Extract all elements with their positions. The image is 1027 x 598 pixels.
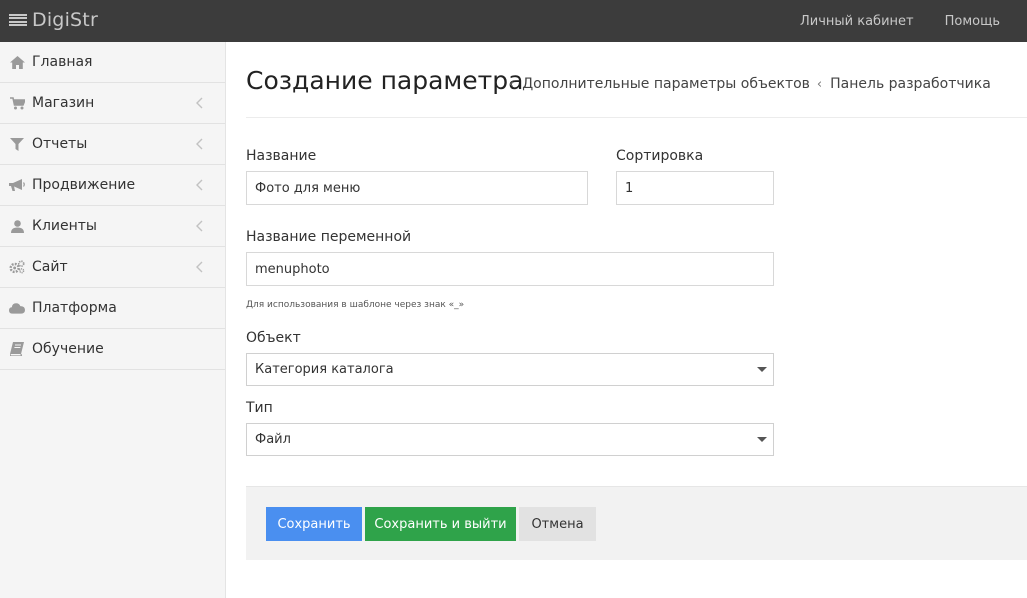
user-icon [9, 219, 25, 233]
sidebar-item-promotion[interactable]: Продвижение [0, 165, 225, 206]
object-label: Объект [246, 330, 301, 346]
sidebar-item-label: Клиенты [32, 218, 97, 234]
sidebar-item-home[interactable]: Главная [0, 42, 225, 83]
megaphone-icon [9, 178, 25, 192]
home-icon [9, 55, 25, 69]
variable-name-label: Название переменной [246, 229, 412, 245]
chevron-left-icon [196, 220, 203, 232]
brand[interactable]: DigiStr [9, 8, 98, 32]
chevron-left-icon [196, 179, 203, 191]
sidebar-item-label: Продвижение [32, 177, 136, 193]
variable-name-field[interactable] [246, 252, 774, 286]
filter-icon [9, 137, 25, 151]
breadcrumb-separator-icon: ‹ [816, 76, 823, 92]
caret-down-icon [757, 367, 767, 372]
name-field[interactable] [246, 171, 588, 205]
sidebar-item-learning[interactable]: Обучение [0, 329, 225, 370]
book-icon [9, 342, 25, 356]
sidebar-item-site[interactable]: Сайт [0, 247, 225, 288]
breadcrumb-separator-icon: ‹ [509, 76, 515, 92]
top-bar: DigiStr Личный кабинет Помощь [0, 0, 1027, 42]
sidebar-item-clients[interactable]: Клиенты [0, 206, 225, 247]
form-actions: Сохранить Сохранить и выйти Отмена [246, 486, 1027, 560]
top-nav: Личный кабинет Помощь [769, 0, 1000, 42]
sort-field[interactable] [616, 171, 774, 205]
sidebar-item-shop[interactable]: Магазин [0, 83, 225, 124]
sidebar-item-label: Сайт [32, 259, 68, 275]
caret-down-icon [757, 437, 767, 442]
page-title: Создание параметра [246, 66, 524, 95]
cancel-button[interactable]: Отмена [519, 507, 596, 541]
type-select[interactable]: Файл [246, 423, 774, 456]
breadcrumb-link-dev-panel[interactable]: Панель разработчика [830, 76, 991, 92]
menu-icon[interactable] [9, 14, 27, 26]
variable-name-hint: Для использования в шаблоне через знак «… [246, 300, 465, 310]
nav-help[interactable]: Помощь [945, 14, 1000, 29]
name-label: Название [246, 148, 317, 164]
chevron-left-icon [196, 138, 203, 150]
cloud-icon [9, 301, 25, 315]
sidebar-item-platform[interactable]: Платформа [0, 288, 225, 329]
cart-icon [9, 96, 25, 110]
save-button[interactable]: Сохранить [266, 507, 362, 541]
type-select-value: Файл [255, 432, 291, 447]
type-label: Тип [246, 400, 273, 416]
main-content: Создание параметра ‹ Дополнительные пара… [226, 42, 1027, 598]
gears-icon [9, 260, 25, 274]
sidebar-item-reports[interactable]: Отчеты [0, 124, 225, 165]
sidebar: Главная Магазин Отчеты Продвижение Клиен… [0, 42, 226, 598]
chevron-left-icon [196, 261, 203, 273]
chevron-left-icon [196, 97, 203, 109]
brand-name: DigiStr [32, 9, 98, 31]
nav-personal-account[interactable]: Личный кабинет [800, 14, 914, 29]
sidebar-item-label: Магазин [32, 95, 95, 111]
save-and-exit-button[interactable]: Сохранить и выйти [365, 507, 516, 541]
sidebar-item-label: Обучение [32, 341, 104, 357]
breadcrumb: ‹ Дополнительные параметры объектов ‹ Па… [502, 76, 991, 92]
sort-label: Сортировка [616, 148, 704, 164]
breadcrumb-link-object-params[interactable]: Дополнительные параметры объектов [522, 76, 810, 92]
divider [246, 117, 1027, 118]
sidebar-item-label: Главная [32, 54, 93, 70]
object-select[interactable]: Категория каталога [246, 353, 774, 386]
sidebar-item-label: Отчеты [32, 136, 88, 152]
object-select-value: Категория каталога [255, 362, 394, 377]
sidebar-item-label: Платформа [32, 300, 117, 316]
